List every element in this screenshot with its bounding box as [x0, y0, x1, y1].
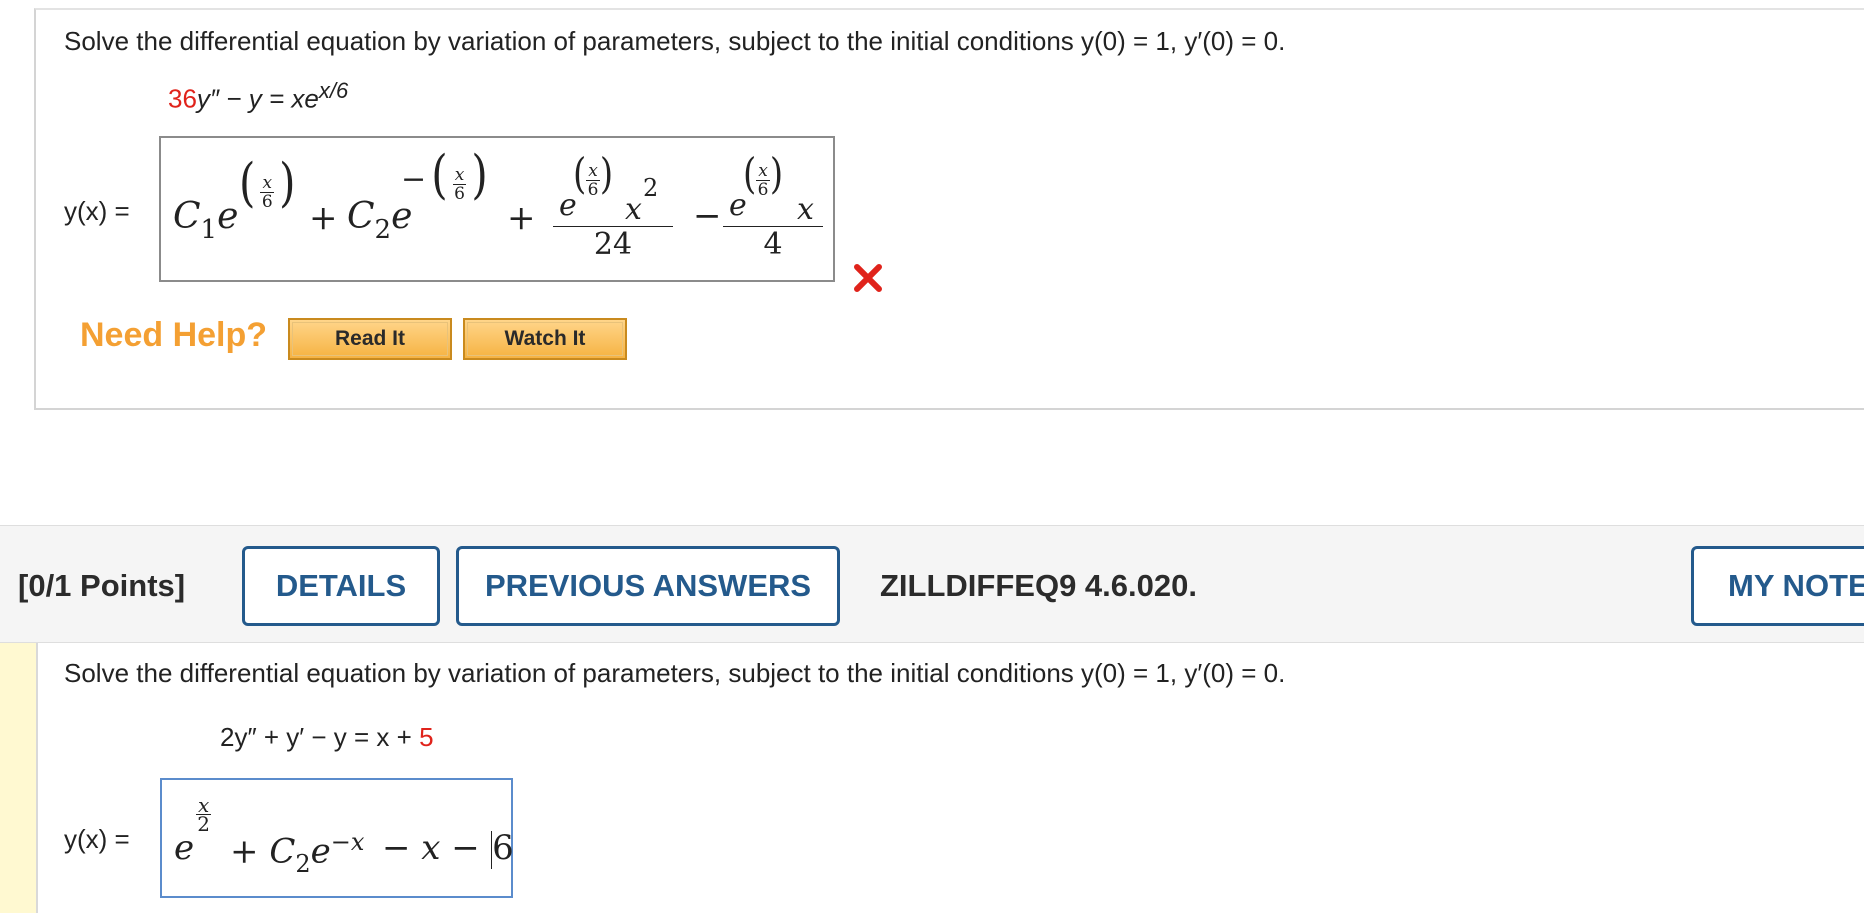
plus-1: +: [309, 198, 338, 238]
question-1-prompt: Solve the differential equation by varia…: [64, 26, 1286, 56]
term-c2-exp: + C2e−x: [230, 828, 365, 879]
equation-body: y″ − y = xe: [196, 83, 319, 114]
exponent-2: − ( x6 ): [401, 143, 488, 206]
previous-answers-button[interactable]: PREVIOUS ANSWERS: [456, 546, 840, 626]
question-2-equation: 2y″ + y′ − y = x + 5: [220, 722, 434, 753]
exponent-half: x 2: [196, 793, 212, 836]
question-2-highlight-bar: [0, 643, 38, 913]
answer-input-1[interactable]: C1e ( x6 ) + C2e − ( x6 ) + e (x 6) x 2 2…: [159, 136, 835, 282]
term-tail: − x − 6: [382, 828, 514, 869]
question-2-header: [0/1 Points] DETAILS PREVIOUS ANSWERS ZI…: [0, 525, 1864, 643]
equation-exponent: x/6: [318, 78, 349, 103]
question-1-equation: 36y″ − y = xex/6: [168, 78, 348, 115]
term-c1: C1e: [173, 196, 239, 245]
my-notes-button[interactable]: MY NOTES: [1691, 546, 1864, 626]
equation-2-constant: 5: [419, 722, 434, 752]
question-2-prompt: Solve the differential equation by varia…: [64, 658, 1286, 688]
points-label: [0/1 Points]: [18, 568, 186, 603]
read-it-button[interactable]: Read It: [288, 318, 452, 360]
question-code: ZILLDIFFEQ9 4.6.020.: [880, 568, 1197, 603]
fraction-term-2: e (x 6) x 4: [723, 148, 823, 262]
term-e-half: e: [174, 828, 195, 868]
answer-label: y(x) =: [64, 196, 130, 226]
need-help-label: Need Help?: [80, 316, 268, 354]
equation-coefficient: 36: [168, 83, 197, 114]
watch-it-button[interactable]: Watch It: [463, 318, 627, 360]
answer-input-2[interactable]: e x 2 + C2e−x − x − 6: [160, 778, 514, 898]
equation-2-body: 2y″ + y′ − y = x +: [220, 722, 420, 752]
incorrect-x-icon: [854, 264, 882, 292]
details-button[interactable]: DETAILS: [242, 546, 440, 626]
answer-2-label: y(x) =: [64, 824, 130, 854]
exponent-1: ( x6 ): [239, 151, 296, 214]
plus-2: +: [507, 198, 536, 238]
minus-term: −: [693, 196, 722, 236]
fraction-term-1: e (x 6) x 2 24: [553, 148, 673, 262]
